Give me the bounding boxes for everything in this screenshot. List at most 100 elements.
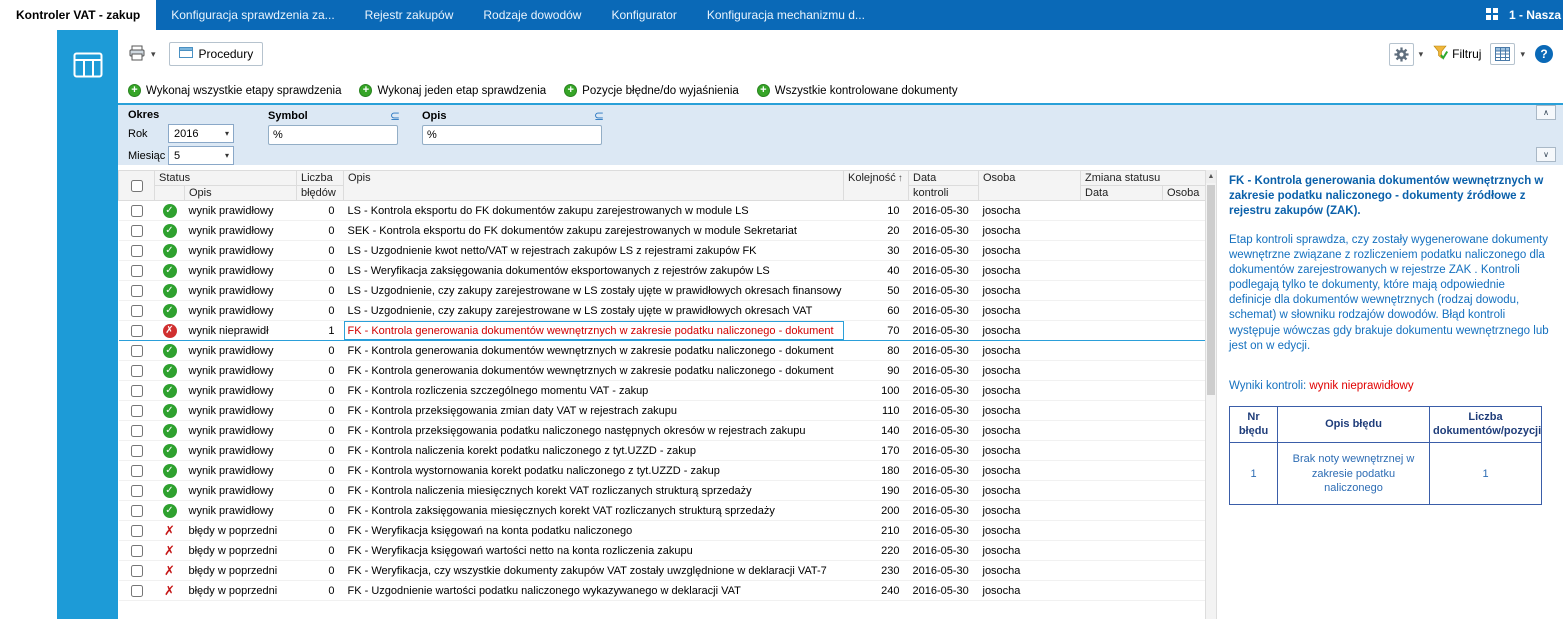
col-status-opis[interactable]: Opis <box>184 185 297 201</box>
filter-collapse-down-button[interactable]: ∨ <box>1536 147 1556 162</box>
row-checkbox[interactable] <box>130 244 143 257</box>
control-row[interactable]: ✓ wynik prawidłowy 0 FK - Kontrola przek… <box>118 420 1205 441</box>
control-row[interactable]: ✓ wynik prawidłowy 0 LS - Uzgodnienie kw… <box>118 240 1205 261</box>
col-zmiana-data[interactable]: Data <box>1080 185 1163 201</box>
row-checkbox[interactable] <box>130 324 143 337</box>
col-osoba[interactable]: Osoba <box>978 170 1081 201</box>
status-text: wynik prawidłowy <box>184 240 297 261</box>
symbol-input[interactable] <box>268 125 398 145</box>
control-row[interactable]: ✗ błędy w poprzedni 0 FK - Weryfikacja k… <box>118 540 1205 561</box>
control-row[interactable]: ✓ wynik prawidłowy 0 FK - Kontrola nalic… <box>118 480 1205 501</box>
status-change-date <box>1080 420 1163 441</box>
control-date: 2016-05-30 <box>908 580 979 601</box>
row-checkbox[interactable] <box>130 384 143 397</box>
row-checkbox[interactable] <box>130 264 143 277</box>
company-selector[interactable]: 1 - Nasza <box>1509 8 1561 22</box>
rok-select[interactable]: 2016 ▾ <box>168 124 234 143</box>
print-button[interactable]: ▾ <box>128 45 157 64</box>
control-row[interactable]: ✓ wynik prawidłowy 0 LS - Uzgodnienie, c… <box>118 300 1205 321</box>
row-checkbox[interactable] <box>130 464 143 477</box>
all-controlled-documents-button[interactable]: + Wszystkie kontrolowane dokumenty <box>756 84 958 97</box>
help-icon[interactable]: ? <box>1535 45 1553 63</box>
row-checkbox[interactable] <box>130 224 143 237</box>
filtruj-button[interactable]: Filtruj <box>1433 45 1481 63</box>
order-number: 170 <box>843 440 909 461</box>
row-checkbox[interactable] <box>130 564 143 577</box>
tab-rejestr-zakupow[interactable]: Rejestr zakupów <box>350 0 469 30</box>
tab-konfiguracja-sprawdzenia[interactable]: Konfiguracja sprawdzenia za... <box>156 0 349 30</box>
tab-konfiguracja-mechanizmu[interactable]: Konfiguracja mechanizmu d... <box>692 0 880 30</box>
row-checkbox[interactable] <box>130 584 143 597</box>
settings-button[interactable]: ▾ <box>1388 42 1425 66</box>
row-checkbox[interactable] <box>130 364 143 377</box>
control-row[interactable]: ✓ wynik prawidłowy 0 FK - Kontrola gener… <box>118 340 1205 361</box>
opis-header: Opis <box>422 109 447 122</box>
col-zmiana-statusu[interactable]: Zmiana statusu <box>1079 170 1205 186</box>
col-liczba[interactable]: Liczba <box>296 170 344 186</box>
action-label: Wszystkie kontrolowane dokumenty <box>774 84 958 97</box>
error-positions-button[interactable]: + Pozycje błędne/do wyjaśnienia <box>564 84 739 97</box>
row-checkbox-cell <box>118 200 155 221</box>
layout-button[interactable]: ▾ <box>1490 43 1526 65</box>
order-number: 200 <box>843 500 909 521</box>
run-one-step-button[interactable]: + Wykonaj jeden etap sprawdzenia <box>359 84 546 97</box>
row-checkbox[interactable] <box>130 204 143 217</box>
status-change-person <box>1162 460 1205 481</box>
control-row[interactable]: ✗ błędy w poprzedni 0 FK - Uzgodnienie w… <box>118 580 1205 601</box>
apps-grid-icon[interactable] <box>1485 7 1499 24</box>
control-row[interactable]: ✓ wynik prawidłowy 0 FK - Kontrola wysto… <box>118 460 1205 481</box>
col-status[interactable]: Status <box>154 170 297 186</box>
row-checkbox[interactable] <box>130 524 143 537</box>
scroll-up-icon[interactable]: ▲ <box>1206 170 1216 183</box>
control-row[interactable]: ✓ wynik prawidłowy 0 FK - Kontrola zaksi… <box>118 500 1205 521</box>
order-number: 110 <box>843 400 909 421</box>
row-checkbox[interactable] <box>130 304 143 317</box>
control-date: 2016-05-30 <box>908 320 979 341</box>
control-row[interactable]: ✓ wynik prawidłowy 0 LS - Kontrola ekspo… <box>118 200 1205 221</box>
tab-rodzaje-dowodow[interactable]: Rodzaje dowodów <box>468 0 596 30</box>
col-kontroli[interactable]: kontroli <box>908 185 979 201</box>
control-row[interactable]: ✗ błędy w poprzedni 0 FK - Weryfikacja, … <box>118 560 1205 581</box>
action-bar: + Wykonaj wszystkie etapy sprawdzenia + … <box>118 78 1563 105</box>
tab-kontroler-vat-zakup[interactable]: Kontroler VAT - zakup <box>0 0 157 30</box>
scrollbar-thumb[interactable] <box>1207 185 1215 395</box>
procedury-button[interactable]: Procedury <box>168 42 264 66</box>
tab-konfigurator[interactable]: Konfigurator <box>596 0 691 30</box>
subset-filter-icon[interactable]: ⊆ <box>382 109 400 123</box>
control-row[interactable]: ✓ wynik prawidłowy 0 FK - Kontrola gener… <box>118 360 1205 381</box>
control-row[interactable]: ✓ wynik prawidłowy 0 SEK - Kontrola eksp… <box>118 220 1205 241</box>
control-date: 2016-05-30 <box>908 380 979 401</box>
select-all-checkbox[interactable] <box>130 179 143 192</box>
control-row[interactable]: ✗ błędy w poprzedni 0 FK - Weryfikacja k… <box>118 520 1205 541</box>
subset-filter-icon[interactable]: ⊆ <box>586 109 604 123</box>
miesiac-select[interactable]: 5 ▾ <box>168 146 234 165</box>
row-checkbox[interactable] <box>130 544 143 557</box>
col-data-kontroli[interactable]: Data <box>908 170 979 186</box>
col-bledow[interactable]: błędów <box>296 185 344 201</box>
control-row[interactable]: ✗ wynik nieprawidł 1 FK - Kontrola gener… <box>118 320 1205 341</box>
filter-collapse-up-button[interactable]: ∧ <box>1536 105 1556 120</box>
col-kolejnosc[interactable]: Kolejność ↑ <box>843 170 909 201</box>
table-view-icon[interactable] <box>73 52 103 619</box>
row-checkbox[interactable] <box>130 444 143 457</box>
control-row[interactable]: ✓ wynik prawidłowy 0 FK - Kontrola rozli… <box>118 380 1205 401</box>
control-person: josocha <box>978 300 1081 321</box>
table-scrollbar[interactable]: ▲ <box>1205 170 1217 619</box>
control-row[interactable]: ✓ wynik prawidłowy 0 FK - Kontrola nalic… <box>118 440 1205 461</box>
row-checkbox[interactable] <box>130 504 143 517</box>
row-checkbox[interactable] <box>130 424 143 437</box>
status-change-date <box>1080 280 1163 301</box>
control-row[interactable]: ✓ wynik prawidłowy 0 LS - Uzgodnienie, c… <box>118 280 1205 301</box>
row-checkbox[interactable] <box>130 404 143 417</box>
run-all-steps-button[interactable]: + Wykonaj wszystkie etapy sprawdzenia <box>128 84 341 97</box>
row-checkbox-cell <box>118 580 155 601</box>
control-person: josocha <box>978 520 1081 541</box>
control-row[interactable]: ✓ wynik prawidłowy 0 LS - Weryfikacja za… <box>118 260 1205 281</box>
row-checkbox[interactable] <box>130 344 143 357</box>
control-row[interactable]: ✓ wynik prawidłowy 0 FK - Kontrola przek… <box>118 400 1205 421</box>
col-zmiana-osoba[interactable]: Osoba <box>1161 185 1205 201</box>
row-checkbox[interactable] <box>130 484 143 497</box>
opis-input[interactable] <box>422 125 602 145</box>
col-opis[interactable]: Opis <box>343 170 844 201</box>
row-checkbox[interactable] <box>130 284 143 297</box>
